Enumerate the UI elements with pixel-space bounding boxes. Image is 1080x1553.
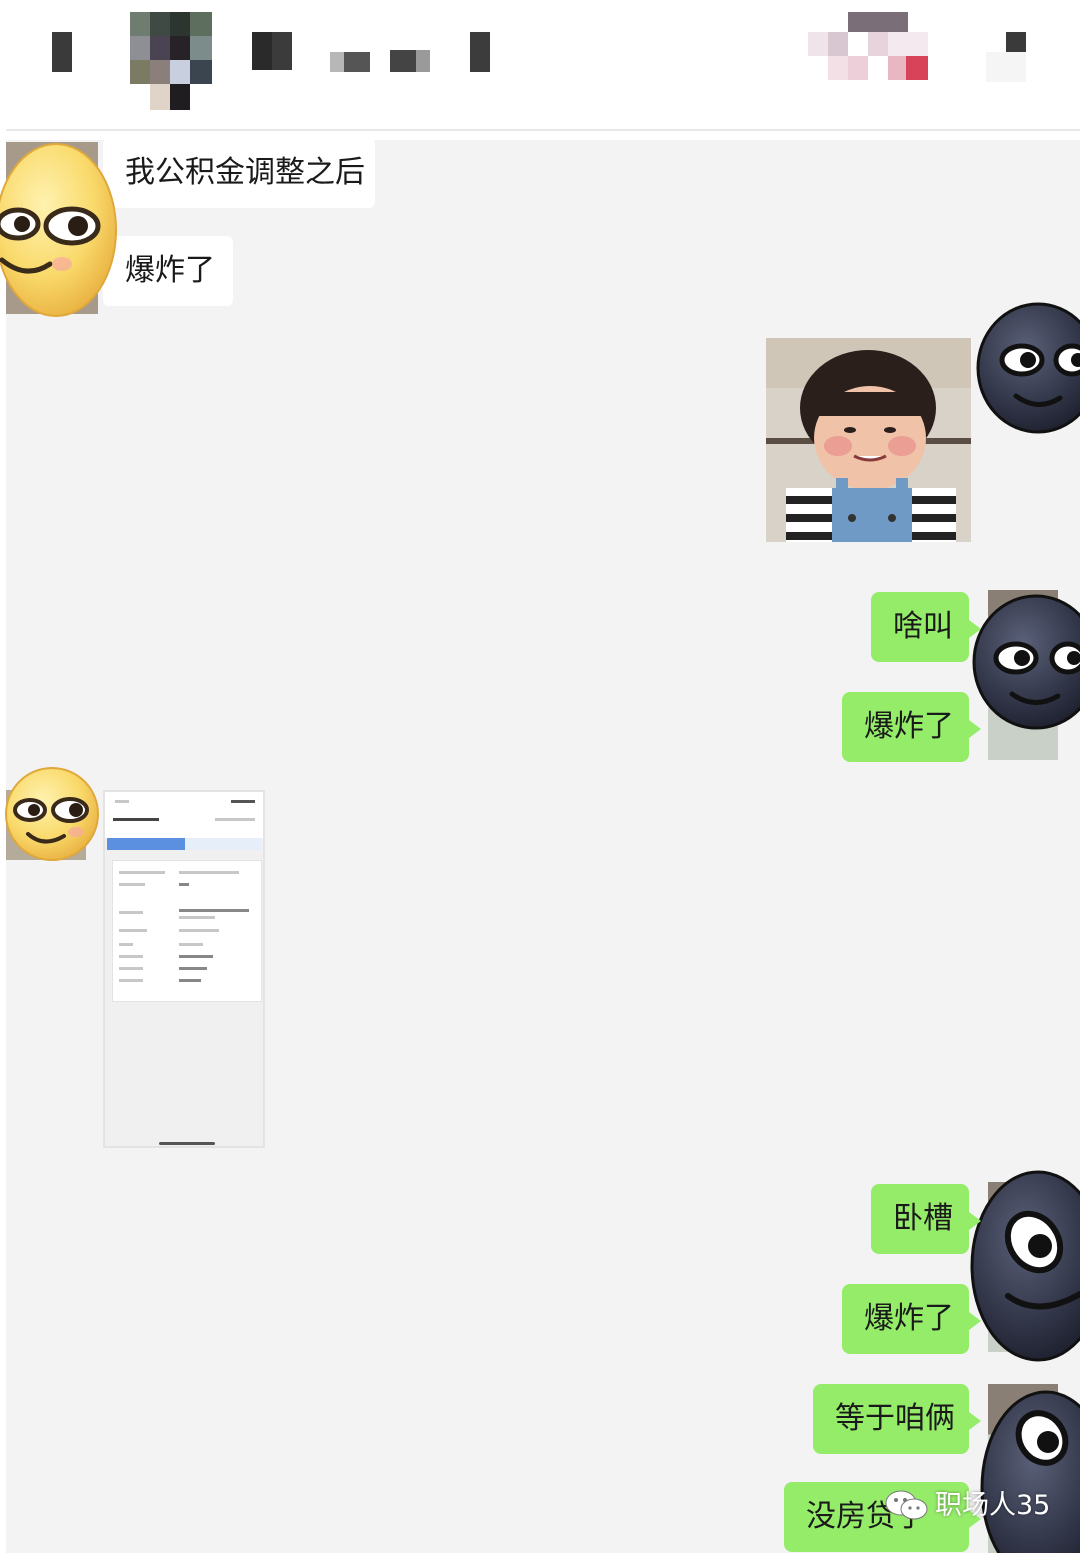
- smirk-emoji-dark-icon[interactable]: [972, 592, 1080, 732]
- smirk-emoji-dark-icon[interactable]: [968, 1168, 1080, 1364]
- more-icon-shade: [986, 52, 1026, 82]
- smirk-emoji-icon: [5, 767, 99, 861]
- toddler-photo-icon: [766, 338, 971, 542]
- message-bubble[interactable]: 爆炸了: [842, 1284, 981, 1354]
- message-bubble[interactable]: 爆炸了: [103, 236, 233, 306]
- title-pixel-block: [252, 32, 292, 70]
- message-bubble[interactable]: 我公积金调整之后: [103, 138, 375, 208]
- contact-info-pixelated[interactable]: [808, 12, 948, 90]
- wechat-icon: [885, 1490, 928, 1520]
- chat-header: [0, 0, 1080, 130]
- watermark-text: 职场人35: [935, 1490, 1051, 1521]
- title-pixel-block: [330, 52, 370, 72]
- more-icon[interactable]: [1006, 32, 1026, 52]
- screenshot-tab: [107, 838, 185, 850]
- avatar-pixelated[interactable]: [130, 12, 212, 110]
- smirk-emoji-icon: [0, 143, 117, 317]
- message-bubble[interactable]: 啥叫: [871, 592, 981, 662]
- message-bubble[interactable]: 卧槽: [871, 1184, 981, 1254]
- screenshot-card: [112, 860, 262, 1002]
- housing-fund-screenshot-icon: [105, 792, 263, 1146]
- screenshot-home-indicator: [159, 1142, 215, 1145]
- image-message[interactable]: [766, 338, 971, 542]
- title-pixel-block: [470, 32, 490, 72]
- message-bubble[interactable]: 等于咱俩: [813, 1384, 981, 1454]
- title-pixel-block: [390, 50, 430, 72]
- back-icon[interactable]: [52, 32, 72, 72]
- message-bubble[interactable]: 爆炸了: [842, 692, 981, 762]
- image-message[interactable]: [103, 790, 265, 1148]
- smirk-emoji-dark-icon[interactable]: [976, 300, 1080, 436]
- screenshot-topbar: [105, 792, 263, 838]
- header-divider: [6, 129, 1080, 131]
- screenshot-tab: [185, 838, 261, 850]
